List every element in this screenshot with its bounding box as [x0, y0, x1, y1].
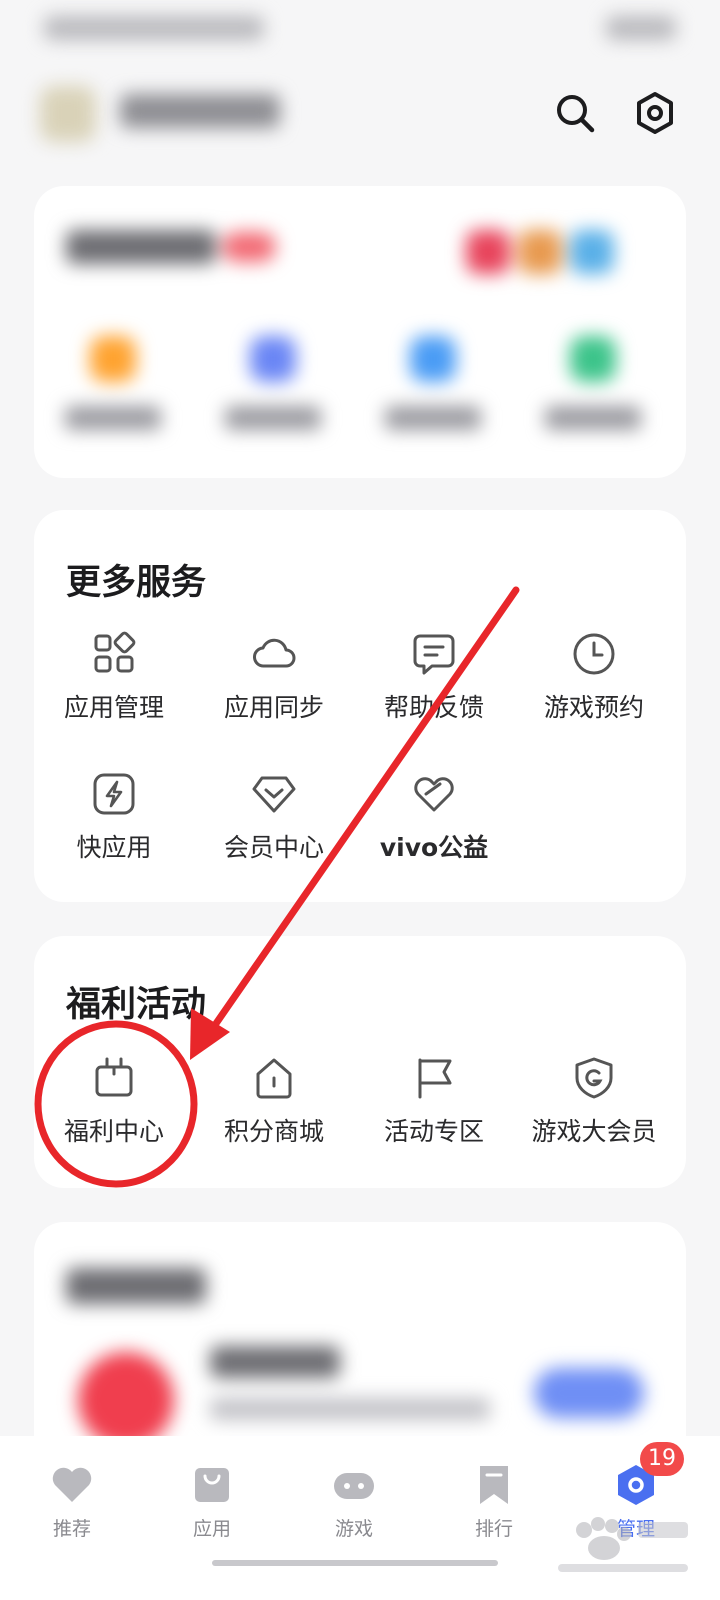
- status-bar: [0, 0, 720, 60]
- settings-hexagon-icon: [637, 92, 673, 134]
- charity-heart-icon: [414, 777, 454, 812]
- gift-box-icon: [95, 1057, 133, 1097]
- app-icon-blurred: [570, 230, 614, 274]
- service-label: 应用管理: [63, 693, 164, 722]
- grid-apps-icon: [94, 631, 136, 673]
- welfare-center[interactable]: 福利中心: [34, 1054, 194, 1148]
- welfare-label: 活动专区: [383, 1117, 484, 1146]
- recommend-title-blurred: [66, 1268, 206, 1304]
- search-icon: [557, 95, 595, 133]
- nav-label: 游戏: [334, 1518, 373, 1540]
- app-update-title-blurred: [66, 230, 216, 264]
- service-vivo-charity[interactable]: vivo公益: [354, 770, 514, 864]
- welfare-card: 福利活动 福利中心 积分商城 活动专区 游戏大会员: [34, 936, 686, 1188]
- service-quick-app[interactable]: 快应用: [34, 770, 194, 864]
- cloud-sync-icon: [253, 638, 296, 668]
- nav-tab-ranking[interactable]: 排行: [434, 1462, 554, 1541]
- service-label: 快应用: [76, 833, 152, 862]
- nav-tab-games[interactable]: 游戏: [294, 1462, 414, 1541]
- gamepad-icon: [334, 1473, 374, 1499]
- service-label: 应用同步: [223, 693, 324, 722]
- service-game-reserve[interactable]: 游戏预约: [514, 630, 674, 724]
- quick-app-bolt-icon: [93, 773, 135, 815]
- header: [0, 60, 720, 165]
- app-update-card[interactable]: [34, 186, 686, 478]
- service-label: 帮助反馈: [383, 693, 484, 722]
- status-battery-blurred: [606, 16, 676, 40]
- service-help-feedback[interactable]: 帮助反馈: [354, 630, 514, 724]
- welfare-game-vip[interactable]: 游戏大会员: [514, 1054, 674, 1148]
- flag-icon: [418, 1058, 452, 1099]
- settings-button[interactable]: [632, 90, 678, 136]
- baidu-watermark-logo: [558, 1517, 688, 1572]
- nav-label: 排行: [474, 1518, 513, 1540]
- tool-item-blurred[interactable]: [58, 336, 168, 430]
- service-label: 会员中心: [223, 833, 324, 862]
- recommend-app-icon[interactable]: [78, 1352, 174, 1448]
- search-button[interactable]: [552, 90, 598, 136]
- nav-label: 应用: [192, 1518, 231, 1540]
- app-icon-blurred: [518, 230, 562, 274]
- welfare-points-shop[interactable]: 积分商城: [194, 1054, 354, 1148]
- tool-item-blurred[interactable]: [378, 336, 488, 430]
- welfare-label: 游戏大会员: [531, 1117, 657, 1146]
- service-app-sync[interactable]: 应用同步: [194, 630, 354, 724]
- service-label: 游戏预约: [543, 693, 644, 722]
- tool-item-blurred[interactable]: [538, 336, 648, 430]
- points-shop-icon: [256, 1058, 292, 1099]
- status-time-blurred: [44, 16, 264, 40]
- manage-count-badge: 19: [640, 1442, 684, 1476]
- bookmark-icon: [480, 1466, 508, 1504]
- welfare-title: 福利活动: [66, 985, 207, 1025]
- welfare-label: 福利中心: [63, 1117, 164, 1146]
- chat-feedback-icon: [413, 634, 455, 675]
- clock-icon: [573, 633, 615, 675]
- service-label: vivo公益: [379, 833, 489, 862]
- more-services-title: 更多服务: [66, 563, 207, 603]
- nav-label: 推荐: [52, 1518, 91, 1540]
- welfare-activity-zone[interactable]: 活动专区: [354, 1054, 514, 1148]
- service-app-manage[interactable]: 应用管理: [34, 630, 194, 724]
- nav-tab-apps[interactable]: 应用: [152, 1462, 272, 1541]
- username-blurred[interactable]: [120, 94, 280, 128]
- nav-tab-recommend[interactable]: 推荐: [12, 1462, 132, 1541]
- game-shield-icon: [575, 1057, 613, 1099]
- more-services-card: 更多服务 应用管理 应用同步 帮助反馈 游戏预约 快应用 会员中心 vivo公益: [34, 510, 686, 902]
- tool-item-blurred[interactable]: [218, 336, 328, 430]
- app-update-count-badge: [222, 232, 276, 262]
- heart-icon: [52, 1467, 92, 1502]
- recommend-app-desc-blurred: [210, 1398, 490, 1420]
- avatar[interactable]: [40, 86, 96, 142]
- diamond-member-icon: [252, 776, 296, 813]
- recommend-app-name-blurred: [210, 1346, 340, 1378]
- welfare-label: 积分商城: [223, 1117, 324, 1146]
- shopping-bag-icon: [195, 1468, 229, 1502]
- recommend-install-button[interactable]: [534, 1368, 644, 1418]
- service-member-center[interactable]: 会员中心: [194, 770, 354, 864]
- home-indicator[interactable]: [212, 1560, 498, 1566]
- app-icon-blurred: [466, 230, 510, 274]
